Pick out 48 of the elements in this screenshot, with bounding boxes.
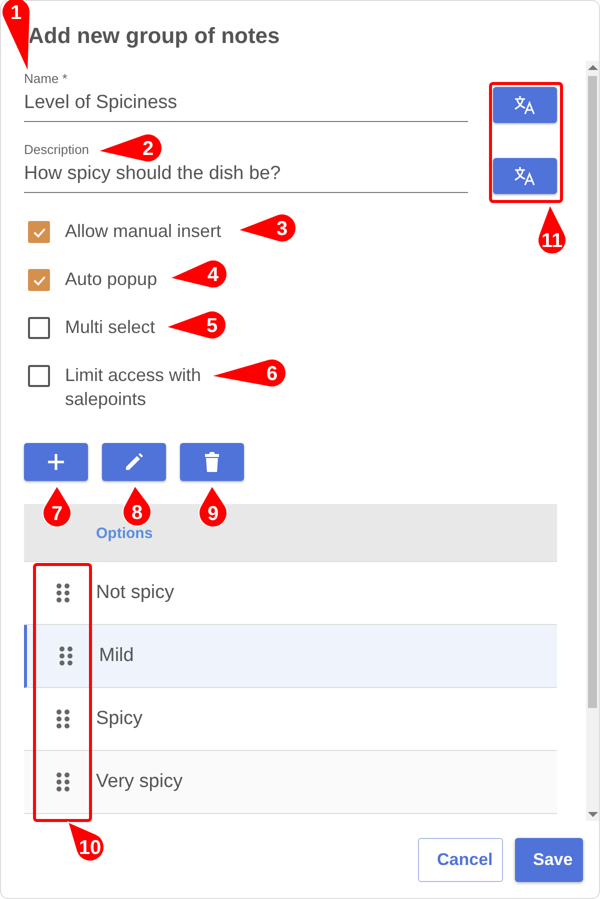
callout-marker: 1 [2,0,30,72]
field-label: Description [24,142,90,157]
table-row[interactable]: Mild [24,625,558,688]
table-row[interactable]: Very spicy [24,751,558,814]
callout-marker: 4 [170,260,228,288]
checkbox[interactable] [28,317,50,339]
scrollbar[interactable] [586,61,599,821]
translate-icon [514,95,536,115]
translate-icon [514,166,536,186]
callout-marker: 2 [98,134,162,162]
field-value: How spicy should the dish be? [24,163,281,185]
callout-marker: 3 [238,214,296,242]
add-button[interactable] [24,443,88,481]
table-cell: Mild [99,645,134,667]
pencil-icon [123,451,145,473]
checkbox-label: Multi select [65,316,156,339]
callout-marker: 7 [42,486,72,528]
cancel-button[interactable]: Cancel [418,838,503,882]
callout-marker: 8 [122,486,152,526]
delete-button[interactable] [180,443,244,481]
callout-marker: 10 [68,822,104,862]
drag-handle-icon[interactable] [56,772,70,792]
edit-button[interactable] [102,443,166,481]
checkbox[interactable] [28,269,50,291]
checkbox-label: Allow manual insert [65,220,222,243]
checkbox-label: Auto popup [65,268,158,291]
field-label: Name * [24,71,68,86]
callout-marker: 5 [166,310,226,340]
table-cell: Spicy [96,708,142,730]
callout-marker: 11 [538,204,566,254]
dialog-title: Add new group of notes [28,23,281,50]
trash-icon [203,451,221,473]
translate-button[interactable] [493,87,558,123]
checkbox[interactable] [28,365,50,387]
checkbox-label: Limit access with salepoints [65,364,202,411]
table-cell: Very spicy [96,771,183,793]
checkbox[interactable] [28,221,50,243]
translate-button[interactable] [493,158,558,194]
table-cell: Not spicy [96,582,174,604]
save-button[interactable]: Save [515,838,583,882]
text-field[interactable]: Name * Level of Spiciness [24,69,468,122]
drag-handle-icon[interactable] [59,646,73,666]
drag-handle-icon[interactable] [56,709,70,729]
callout-marker: 6 [210,358,286,388]
drag-handle-icon[interactable] [56,583,70,603]
field-value: Level of Spiciness [24,92,178,114]
plus-icon [47,453,65,471]
callout-marker: 9 [198,486,228,528]
